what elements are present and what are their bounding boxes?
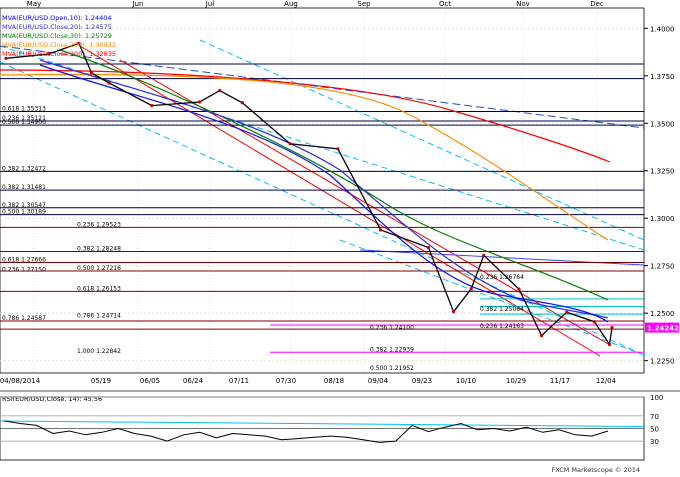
date-tick-label: 06/24	[183, 377, 204, 385]
price-point	[482, 253, 486, 257]
rsi-label: RSI(EUR/USD.Close, 14): 45.56	[2, 395, 102, 403]
legend-entry: MVA(EUR/USD.Open,10): 1.24404	[2, 14, 112, 22]
fib-level-label: 0.500 1.27216	[77, 265, 121, 272]
price-point	[469, 287, 473, 291]
price-point	[89, 71, 94, 75]
price-point	[336, 147, 340, 151]
rsi-tick-label: 100	[650, 394, 663, 402]
chart: May Jun Jul Aug Sep Oct Nov Dec 0.618 1.35313 0.…	[0, 0, 680, 477]
month-label: Dec	[590, 0, 604, 8]
month-label: Oct	[439, 0, 451, 8]
rsi-tick-label: 70	[650, 413, 659, 421]
price-tick-label: 1.3750	[650, 73, 675, 81]
price-tick-label: 1.2750	[650, 263, 675, 271]
price-tick-label: 1.4000	[650, 25, 675, 33]
date-tick-label: 10/10	[456, 377, 476, 385]
fib-level-label: 1.000 1.22842	[77, 348, 121, 355]
fib-level-label: 0.236 1.24163	[480, 323, 524, 330]
fib-level-label: 0.618 1.26153	[77, 285, 121, 292]
fib-level-label: 0.786 1.24714	[77, 313, 121, 320]
price-point	[565, 310, 569, 314]
date-tick-label: 07/11	[229, 377, 249, 385]
fib-level-label: 0.382 1.31481	[2, 184, 46, 191]
date-tick-label: 12/04	[596, 377, 617, 385]
fib-level-label: 0.382 1.22939	[370, 346, 414, 353]
fib-level-label: 0.382 1.25064	[480, 306, 524, 313]
legend: MVA(EUR/USD.Open,10): 1.24404MVA(EUR/USD…	[2, 14, 116, 58]
price-point	[198, 100, 202, 104]
fib-level-label: 0.236 1.24100	[370, 324, 414, 331]
fib-level-label: 0.500 1.21952	[370, 365, 414, 372]
date-tick-label: 09/04	[368, 377, 389, 385]
date-tick-label: 09/23	[412, 377, 432, 385]
fib-level-label: 0.500 1.30189	[2, 209, 46, 216]
price-point	[150, 104, 154, 108]
month-label: Aug	[284, 0, 298, 8]
month-label: Nov	[516, 0, 530, 8]
price-point	[610, 326, 614, 330]
price-point	[539, 333, 544, 338]
legend-entry: MVA(EUR/USD.Close,30): 1.25729	[2, 32, 112, 40]
month-label: May	[27, 0, 41, 8]
month-label: Sep	[357, 0, 371, 8]
last-price-label: 1.24242	[647, 325, 679, 333]
fib-level-label: 0.618 1.35313	[2, 105, 46, 112]
price-point	[379, 228, 383, 232]
fib-level-label: 0.618 1.27666	[2, 256, 46, 263]
date-tick-label: 11/17	[550, 377, 570, 385]
price-point	[218, 89, 222, 93]
month-label: Jun	[132, 0, 144, 8]
date-tick-label: 07/30	[276, 377, 296, 385]
price-point	[240, 101, 244, 105]
price-point	[288, 142, 292, 146]
price-tick-label: 1.3500	[650, 120, 675, 128]
price-tick-label: 1.2250	[650, 358, 675, 366]
fib-level-label: 0.382 1.32472	[2, 165, 46, 172]
month-label: Jul	[205, 0, 215, 8]
price-point	[426, 245, 431, 250]
price-point	[517, 287, 521, 291]
price-point	[592, 320, 596, 324]
date-tick-label: 10/29	[506, 377, 526, 385]
legend-entry: MVA(EUR/USD.Close,200): 1.32835	[2, 50, 116, 58]
fib-level-label: 0.786 1.24587	[2, 315, 46, 322]
price-tick-label: 1.3000	[650, 215, 675, 223]
price-tick-label: 1.3250	[650, 168, 675, 176]
price-tick-label: 1.2500	[650, 310, 675, 318]
date-tick-label: 08/18	[324, 377, 344, 385]
legend-entry: MVA(EUR/USD.Close,200): 1.30832	[2, 41, 116, 49]
price-point	[451, 310, 456, 314]
fib-level-label: 0.382 1.28248	[77, 245, 121, 252]
fib-level-label: 0.236 1.26764	[480, 274, 524, 281]
watermark: FXCM Marketscope © 2014	[551, 466, 640, 474]
date-tick-label: 06/05	[140, 377, 160, 385]
price-point	[107, 81, 111, 85]
rsi-tick-label: 50	[650, 426, 659, 434]
fib-level-label: 0.236 1.29523	[77, 221, 121, 228]
legend-entry: MVA(EUR/USD.Close,20): 1.24575	[2, 23, 112, 31]
price-point	[607, 342, 612, 347]
date-tick-label: 05/19	[91, 377, 111, 385]
rsi-tick-label: 30	[650, 438, 659, 446]
date-tick-label: 04/08/2014	[0, 377, 41, 385]
fib-level-label: 0.236 1.27150	[2, 266, 46, 273]
fib-level-label: 0.500 1.34900	[2, 119, 46, 126]
